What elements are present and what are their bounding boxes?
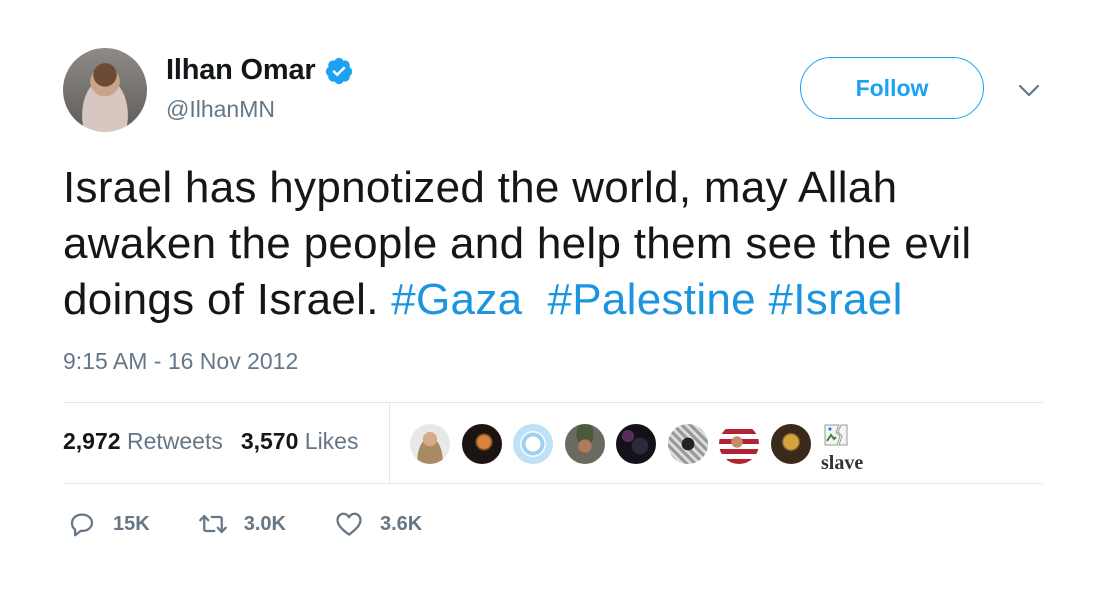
- retweet-count: 3.0K: [243, 512, 286, 535]
- likes-label: Likes: [304, 428, 359, 454]
- retweets-stat[interactable]: 2,972 Retweets: [63, 428, 223, 455]
- action-bar: 15K 3.0K 3.6K: [67, 509, 470, 539]
- chevron-down-icon[interactable]: [1014, 79, 1044, 103]
- avatar[interactable]: [63, 48, 147, 132]
- tweet-text: Israel has hypnotized the world, may All…: [63, 160, 1063, 328]
- heart-icon: [336, 512, 362, 536]
- tweet-timestamp[interactable]: 9:15 AM - 16 Nov 2012: [63, 348, 298, 375]
- retweets-count: 2,972: [63, 428, 121, 454]
- divider-bottom: [63, 483, 1043, 484]
- liker-avatars: slave: [409, 423, 873, 474]
- liker-avatar[interactable]: [666, 423, 709, 465]
- author-handle[interactable]: @IlhanMN: [166, 96, 275, 123]
- stats-divider: [389, 403, 390, 483]
- liker-avatar[interactable]: [563, 423, 606, 465]
- retweet-button[interactable]: 3.0K: [198, 509, 286, 539]
- hashtag-israel[interactable]: #Israel: [768, 275, 902, 324]
- follow-button[interactable]: Follow: [800, 57, 984, 119]
- hashtag-palestine[interactable]: #Palestine: [547, 275, 755, 324]
- liker-avatar[interactable]: [718, 423, 760, 465]
- hashtag-gaza[interactable]: #Gaza: [391, 275, 522, 324]
- broken-image-alt-text: slave: [821, 452, 864, 474]
- liker-avatar[interactable]: [409, 423, 451, 465]
- engagement-stats: 2,972 Retweets 3,570 Likes: [63, 428, 358, 455]
- liker-avatar[interactable]: [512, 423, 554, 465]
- likes-stat[interactable]: 3,570 Likes: [241, 428, 359, 455]
- verified-badge-icon: [325, 57, 352, 84]
- like-count: 3.6K: [379, 512, 423, 535]
- reply-button[interactable]: 15K: [67, 509, 150, 539]
- reply-icon: [70, 513, 94, 537]
- retweets-label: Retweets: [126, 428, 223, 454]
- author-name-row: Ilhan Omar: [166, 54, 354, 87]
- like-button[interactable]: 3.6K: [334, 509, 422, 539]
- likes-count: 3,570: [240, 428, 299, 454]
- liker-avatar-broken-image[interactable]: slave: [821, 423, 873, 474]
- reply-count: 15K: [113, 512, 150, 535]
- liker-avatar[interactable]: [460, 423, 503, 465]
- author-name[interactable]: Ilhan Omar: [166, 54, 316, 87]
- liker-avatar[interactable]: [769, 423, 812, 465]
- broken-image-icon: [824, 424, 848, 446]
- retweet-icon: [198, 514, 227, 534]
- liker-avatar[interactable]: [615, 423, 657, 465]
- divider-top: [63, 402, 1043, 403]
